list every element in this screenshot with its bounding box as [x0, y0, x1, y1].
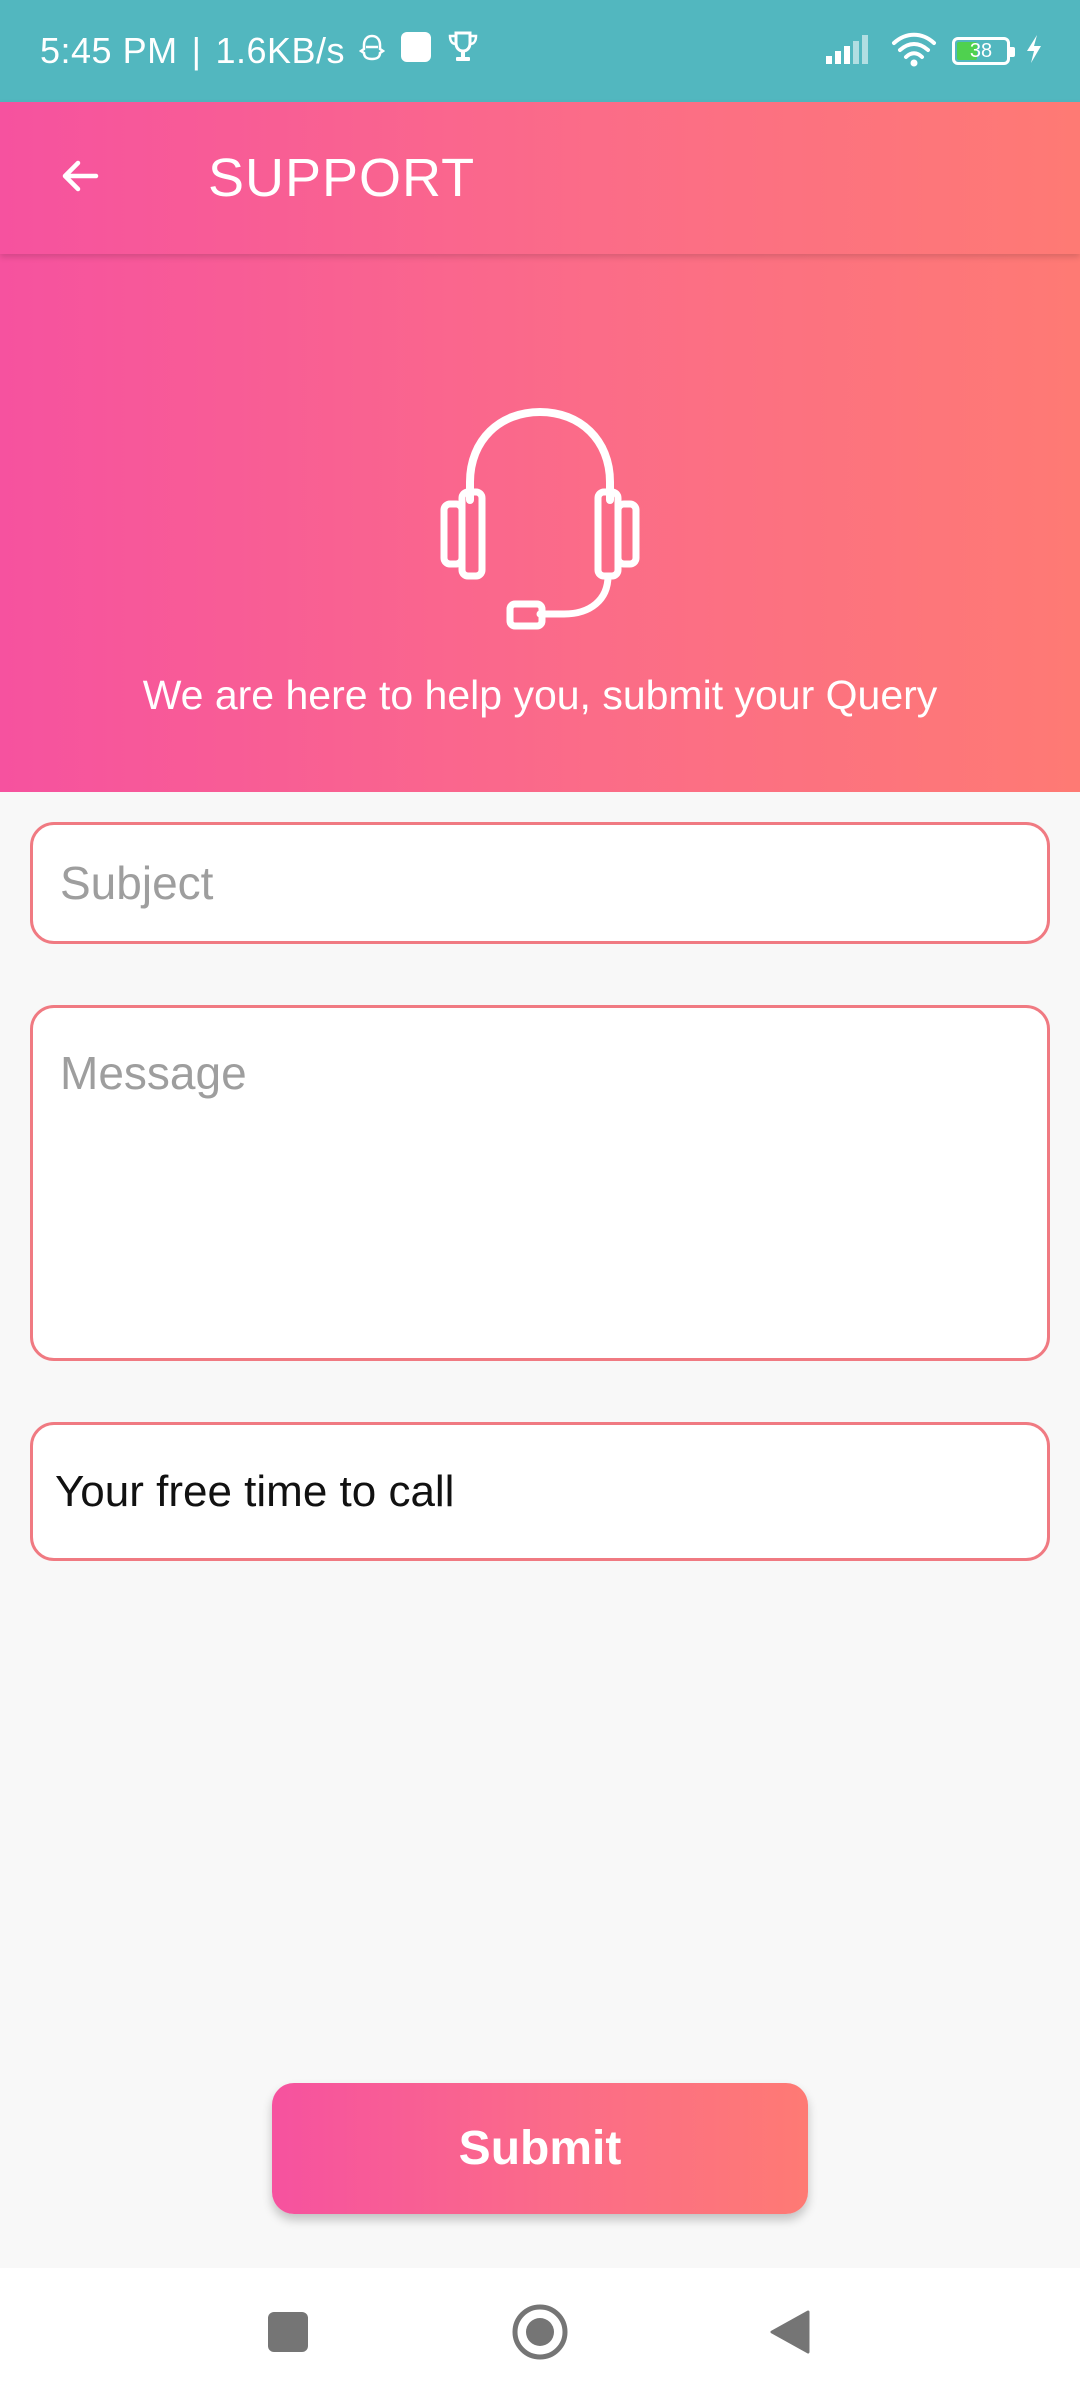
call-time-field[interactable]: Your free time to call	[30, 1422, 1050, 1561]
back-triangle-icon	[768, 2308, 812, 2361]
hero-banner: We are here to help you, submit your Que…	[0, 254, 1080, 792]
battery-icon: 38	[952, 37, 1015, 65]
app-square-icon	[399, 30, 433, 73]
hero-tagline: We are here to help you, submit your Que…	[142, 672, 938, 718]
home-button[interactable]	[480, 2268, 600, 2400]
status-right: 38	[824, 0, 1044, 102]
snapchat-ghost-icon	[358, 30, 386, 72]
trophy-icon	[447, 30, 479, 73]
system-nav-bar	[0, 2268, 1080, 2400]
signal-icon	[824, 32, 876, 71]
status-separator: |	[191, 30, 202, 71]
recents-square-icon	[266, 2310, 310, 2359]
wifi-icon	[890, 30, 938, 73]
headset-icon	[430, 400, 650, 645]
status-time: 5:45 PM	[40, 30, 178, 71]
charging-bolt-icon	[1024, 33, 1044, 70]
status-bar: 5:45 PM | 1.6KB/s 38	[0, 0, 1080, 102]
submit-button[interactable]: Submit	[272, 2083, 808, 2214]
status-left: 5:45 PM | 1.6KB/s	[40, 0, 479, 102]
battery-tip	[1010, 47, 1015, 57]
nav-back-button[interactable]	[730, 2268, 850, 2400]
recents-button[interactable]	[228, 2268, 348, 2400]
arrow-left-icon	[58, 154, 102, 203]
subject-input[interactable]: Subject	[30, 822, 1050, 944]
home-circle-icon	[510, 2302, 570, 2367]
page-title: SUPPORT	[208, 148, 476, 208]
message-input[interactable]: Message	[30, 1005, 1050, 1361]
status-net-speed: 1.6KB/s	[215, 30, 346, 71]
back-button[interactable]	[44, 142, 116, 214]
battery-level: 38	[969, 39, 993, 62]
app-bar: SUPPORT	[0, 102, 1080, 254]
